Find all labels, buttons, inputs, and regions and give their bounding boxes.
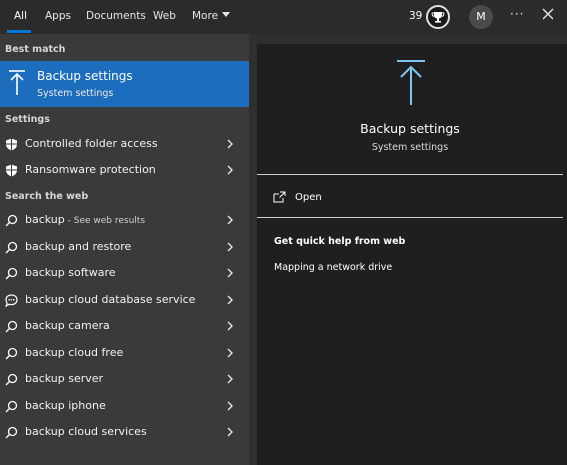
close-icon[interactable] bbox=[541, 7, 555, 21]
web-result-label: backup - See web results bbox=[25, 213, 145, 226]
tab-documents[interactable]: Documents bbox=[86, 10, 146, 22]
web-result-backup[interactable]: backup - See web results bbox=[0, 207, 249, 233]
search-icon bbox=[5, 373, 18, 386]
web-result-label: backup server bbox=[25, 372, 104, 385]
search-icon bbox=[5, 347, 18, 360]
chevron-right-icon bbox=[227, 348, 233, 358]
web-result-hint: - See web results bbox=[64, 216, 146, 226]
trophy-icon bbox=[431, 12, 445, 23]
chevron-right-icon bbox=[227, 295, 233, 305]
chevron-right-icon bbox=[227, 321, 233, 331]
web-result-label: backup cloud free bbox=[25, 346, 124, 359]
web-result-label: backup camera bbox=[25, 319, 110, 332]
tab-apps[interactable]: Apps bbox=[45, 10, 71, 22]
web-result-backup-camera[interactable]: backup camera bbox=[0, 313, 249, 339]
web-result-backup-and-restore[interactable]: backup and restore bbox=[0, 234, 249, 260]
chevron-right-icon bbox=[227, 139, 233, 149]
rewards-points: 39 bbox=[409, 10, 423, 22]
search-icon bbox=[5, 426, 18, 439]
chevron-right-icon bbox=[227, 374, 233, 384]
more-options-button[interactable]: ··· bbox=[510, 7, 524, 21]
tab-all[interactable]: All bbox=[14, 10, 27, 22]
preview-title: Backup settings bbox=[360, 121, 460, 136]
best-match-title: Backup settings bbox=[37, 69, 133, 83]
quick-help-header: Get quick help from web bbox=[274, 236, 406, 247]
web-result-label: backup cloud database service bbox=[25, 293, 196, 306]
preview-panel: Backup settings System settings Open Get… bbox=[257, 44, 567, 465]
rewards-trophy-button[interactable] bbox=[426, 5, 450, 29]
backup-upload-icon bbox=[9, 70, 25, 95]
backup-upload-icon bbox=[397, 60, 425, 105]
search-icon bbox=[5, 267, 18, 280]
shield-icon bbox=[6, 164, 17, 177]
chevron-right-icon bbox=[227, 242, 233, 252]
tab-more[interactable]: More bbox=[192, 10, 231, 22]
active-tab-indicator bbox=[7, 30, 31, 33]
tab-web[interactable]: Web bbox=[153, 10, 176, 22]
web-result-backup-server[interactable]: backup server bbox=[0, 366, 249, 392]
tab-more-label: More bbox=[192, 10, 219, 22]
chevron-down-icon bbox=[222, 12, 231, 17]
best-match-subtitle: System settings bbox=[37, 88, 114, 99]
search-icon bbox=[5, 400, 18, 413]
open-external-icon bbox=[273, 191, 286, 203]
chevron-right-icon bbox=[227, 268, 233, 278]
open-label: Open bbox=[295, 192, 322, 203]
settings-header: Settings bbox=[5, 114, 50, 125]
web-result-backup-cloud-free[interactable]: backup cloud free bbox=[0, 340, 249, 366]
search-web-header: Search the web bbox=[5, 191, 89, 202]
settings-item-controlled-folder-access[interactable]: Controlled folder access bbox=[0, 131, 249, 157]
top-bar: All Apps Documents Web More 39 M ··· bbox=[0, 0, 567, 34]
divider bbox=[257, 174, 563, 175]
best-match-header: Best match bbox=[5, 44, 66, 55]
web-result-query: backup bbox=[25, 213, 65, 226]
chat-icon bbox=[5, 294, 18, 307]
search-window: All Apps Documents Web More 39 M ··· Bes… bbox=[0, 0, 567, 465]
account-avatar[interactable]: M bbox=[469, 5, 493, 29]
best-match-item[interactable]: Backup settings System settings bbox=[0, 61, 249, 107]
web-result-backup-iphone[interactable]: backup iphone bbox=[0, 393, 249, 419]
settings-item-label: Controlled folder access bbox=[25, 137, 158, 150]
shield-icon bbox=[6, 138, 17, 151]
search-icon bbox=[5, 214, 18, 227]
preview-subtitle: System settings bbox=[371, 142, 449, 153]
chevron-right-icon bbox=[227, 427, 233, 437]
web-result-label: backup cloud services bbox=[25, 425, 147, 438]
web-result-label: backup iphone bbox=[25, 399, 106, 412]
web-result-backup-cloud-database-service[interactable]: backup cloud database service bbox=[0, 287, 249, 313]
settings-item-ransomware-protection[interactable]: Ransomware protection bbox=[0, 157, 249, 183]
quick-help-link[interactable]: Mapping a network drive bbox=[274, 262, 392, 273]
chevron-right-icon bbox=[227, 165, 233, 175]
settings-item-label: Ransomware protection bbox=[25, 163, 156, 176]
search-icon bbox=[5, 241, 18, 254]
web-result-label: backup and restore bbox=[25, 240, 132, 253]
divider bbox=[257, 217, 563, 218]
web-result-backup-cloud-services[interactable]: backup cloud services bbox=[0, 419, 249, 445]
chevron-right-icon bbox=[227, 215, 233, 225]
web-result-backup-software[interactable]: backup software bbox=[0, 260, 249, 286]
chevron-right-icon bbox=[227, 401, 233, 411]
search-icon bbox=[5, 320, 18, 333]
web-result-label: backup software bbox=[25, 266, 116, 279]
